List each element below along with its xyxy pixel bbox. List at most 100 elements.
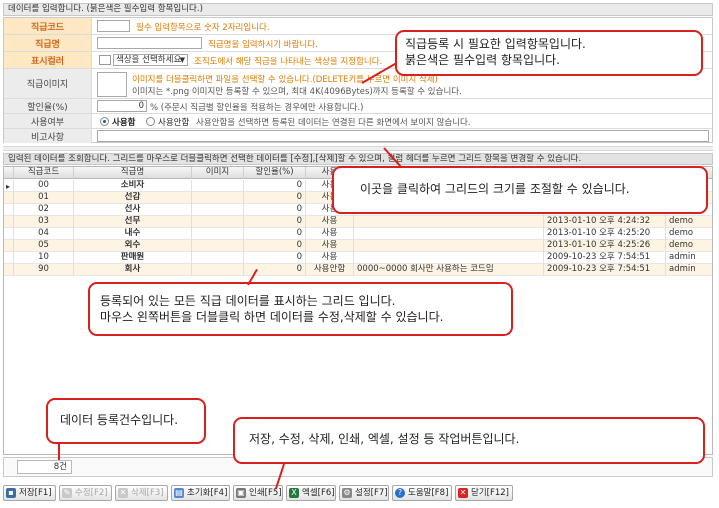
grid-header-indicator bbox=[4, 167, 14, 179]
cell-image bbox=[192, 228, 244, 240]
cell-name: 내수 bbox=[74, 228, 192, 240]
cell-use: 사용 bbox=[306, 216, 354, 228]
color-select[interactable]: 색상을 선택하세요 ▼ bbox=[113, 54, 188, 66]
close-label: 닫기[F12] bbox=[471, 488, 509, 498]
discount-input[interactable]: 0 bbox=[97, 100, 147, 112]
cell-code: 10 bbox=[14, 252, 74, 264]
cell-note bbox=[354, 216, 544, 228]
row-indicator bbox=[4, 228, 14, 240]
current-row-icon: ▸ bbox=[6, 182, 11, 191]
cell-disc: 0 bbox=[244, 180, 306, 192]
settings-button[interactable]: ⚙ 설정[F7] bbox=[339, 485, 389, 501]
cell-use: 사용안함 bbox=[306, 264, 354, 276]
color-swatch[interactable] bbox=[99, 55, 111, 65]
cell-image bbox=[192, 204, 244, 216]
reset-label: 초기화[F4] bbox=[187, 488, 228, 498]
label-name: 직급명 bbox=[4, 35, 92, 51]
cell-name: 소비자 bbox=[74, 180, 192, 192]
close-button[interactable]: ✕ 닫기[F12] bbox=[455, 485, 513, 501]
label-use: 사용여부 bbox=[4, 114, 92, 128]
callout-grid-line-1: 등록되어 있는 모든 직급 데이터를 표시하는 그리드 입니다. bbox=[100, 294, 396, 308]
name-input[interactable] bbox=[97, 37, 202, 49]
label-image: 직급이미지 bbox=[4, 69, 92, 98]
grid-splitter[interactable] bbox=[3, 146, 713, 151]
table-row[interactable]: 03 선무 0 사용 2013-01-10 오후 4:24:32 demo bbox=[4, 216, 712, 228]
use-hint: 사용안함을 선택하면 등록된 데이터는 연결된 다른 화면에서 보이지 않습니다… bbox=[196, 118, 471, 128]
gear-icon: ⚙ bbox=[342, 488, 352, 498]
row-indicator bbox=[4, 252, 14, 264]
note-input[interactable] bbox=[97, 130, 709, 142]
cell-name: 판매원 bbox=[74, 252, 192, 264]
help-button[interactable]: ? 도움말[F8] bbox=[392, 485, 452, 501]
callout-count-pointer bbox=[58, 444, 60, 460]
grid-header-discount[interactable]: 할인율(%) bbox=[244, 167, 306, 179]
callout-resize: 이곳을 클릭하여 그리드의 크기를 조절할 수 있습니다. bbox=[332, 166, 708, 214]
cell-user: admin bbox=[669, 264, 696, 274]
row-use: 사용여부 사용함 사용안함 사용안함을 선택하면 등록된 데이터는 연결된 다른… bbox=[4, 114, 712, 129]
cell-code: 04 bbox=[14, 228, 74, 240]
grid-header-name[interactable]: 직급명 bbox=[74, 167, 192, 179]
cell-name: 선감 bbox=[74, 192, 192, 204]
cell-name: 외수 bbox=[74, 240, 192, 252]
cell-note: 0000~0000 회사만 사용하는 코드임 bbox=[354, 264, 544, 276]
cell-note bbox=[354, 240, 544, 252]
delete-icon: ✕ bbox=[118, 488, 128, 498]
excel-button[interactable]: X 엑셀[F6] bbox=[286, 485, 336, 501]
save-label: 저장[F1] bbox=[19, 488, 52, 498]
image-drop-box[interactable] bbox=[97, 72, 127, 97]
save-icon: ▪ bbox=[6, 488, 16, 498]
grid-header-code[interactable]: 직급코드 bbox=[14, 167, 74, 179]
cell-user: demo bbox=[669, 240, 694, 250]
cell-use: 사용 bbox=[306, 252, 354, 264]
table-row[interactable]: 90 회사 0 사용안함 0000~0000 회사만 사용하는 코드임 2009-10-2… bbox=[4, 264, 712, 276]
edit-button[interactable]: ✎ 수정[F2] bbox=[59, 485, 112, 501]
label-color: 표시컬러 bbox=[4, 52, 92, 68]
help-icon: ? bbox=[395, 488, 405, 498]
settings-label: 설정[F7] bbox=[355, 488, 388, 498]
cell-disc: 0 bbox=[244, 192, 306, 204]
cell-user: demo bbox=[669, 228, 694, 238]
callout-form-line-2: 붉은색은 필수입력 항목입니다. bbox=[405, 53, 560, 67]
cell-name: 선사 bbox=[74, 204, 192, 216]
callout-toolbar: 저장, 수정, 삭제, 인쇄, 엑셀, 설정 등 작업버튼입니다. bbox=[233, 417, 705, 464]
cell-code: 05 bbox=[14, 240, 74, 252]
delete-button[interactable]: ✕ 삭제[F3] bbox=[115, 485, 168, 501]
print-label: 인쇄[F5] bbox=[249, 488, 282, 498]
cell-use: 사용 bbox=[306, 240, 354, 252]
cell-use: 사용 bbox=[306, 228, 354, 240]
cell-image bbox=[192, 240, 244, 252]
cell-note bbox=[354, 252, 544, 264]
cell-disc: 0 bbox=[244, 204, 306, 216]
row-indicator bbox=[4, 192, 14, 204]
cell-note bbox=[354, 228, 544, 240]
grid-header-image[interactable]: 이미지 bbox=[192, 167, 244, 179]
cell-code: 02 bbox=[14, 204, 74, 216]
callout-count: 데이터 등록건수입니다. bbox=[46, 398, 206, 444]
cell-code: 03 bbox=[14, 216, 74, 228]
callout-form: 직급등록 시 필요한 입력항목입니다. 붉은색은 필수입력 항목입니다. bbox=[395, 30, 703, 76]
help-label: 도움말[F8] bbox=[408, 488, 449, 498]
table-row[interactable]: 05 외수 0 사용 2013-01-10 오후 4:25:26 demo bbox=[4, 240, 712, 252]
save-button[interactable]: ▪ 저장[F1] bbox=[3, 485, 56, 501]
name-hint: 직급명을 입력하시기 바랍니다. bbox=[208, 40, 318, 50]
delete-label: 삭제[F3] bbox=[131, 488, 164, 498]
label-note: 비고사항 bbox=[4, 129, 92, 143]
image-hint-1: 이미지를 더블클릭하면 파일을 선택할 수 있습니다.(DELETE키를 누르면… bbox=[132, 75, 438, 85]
code-hint: 필수 입력항목으로 숫자 2자리입니다. bbox=[136, 23, 270, 33]
cell-date: 2009-10-23 오후 7:54:51 bbox=[544, 264, 666, 276]
action-toolbar: ▪ 저장[F1] ✎ 수정[F2] ✕ 삭제[F3] ▤ 초기화[F4] ▣ 인쇄[F5]… bbox=[3, 485, 715, 501]
cell-image bbox=[192, 252, 244, 264]
row-indicator: ▸ bbox=[4, 180, 14, 192]
label-code: 직급코드 bbox=[4, 18, 92, 34]
reset-button[interactable]: ▤ 초기화[F4] bbox=[171, 485, 230, 501]
radio-use-on[interactable] bbox=[100, 117, 109, 126]
radio-use-off[interactable] bbox=[146, 117, 155, 126]
cell-date: 2009-10-23 오후 7:54:51 bbox=[544, 252, 666, 264]
cell-disc: 0 bbox=[244, 228, 306, 240]
code-input[interactable] bbox=[97, 20, 130, 32]
chevron-down-icon: ▼ bbox=[179, 56, 185, 64]
cell-name: 선무 bbox=[74, 216, 192, 228]
close-icon: ✕ bbox=[458, 488, 468, 498]
table-row[interactable]: 10 판매원 0 사용 2009-10-23 오후 7:54:51 admin bbox=[4, 252, 712, 264]
table-row[interactable]: 04 내수 0 사용 2013-01-10 오후 4:25:20 demo bbox=[4, 228, 712, 240]
